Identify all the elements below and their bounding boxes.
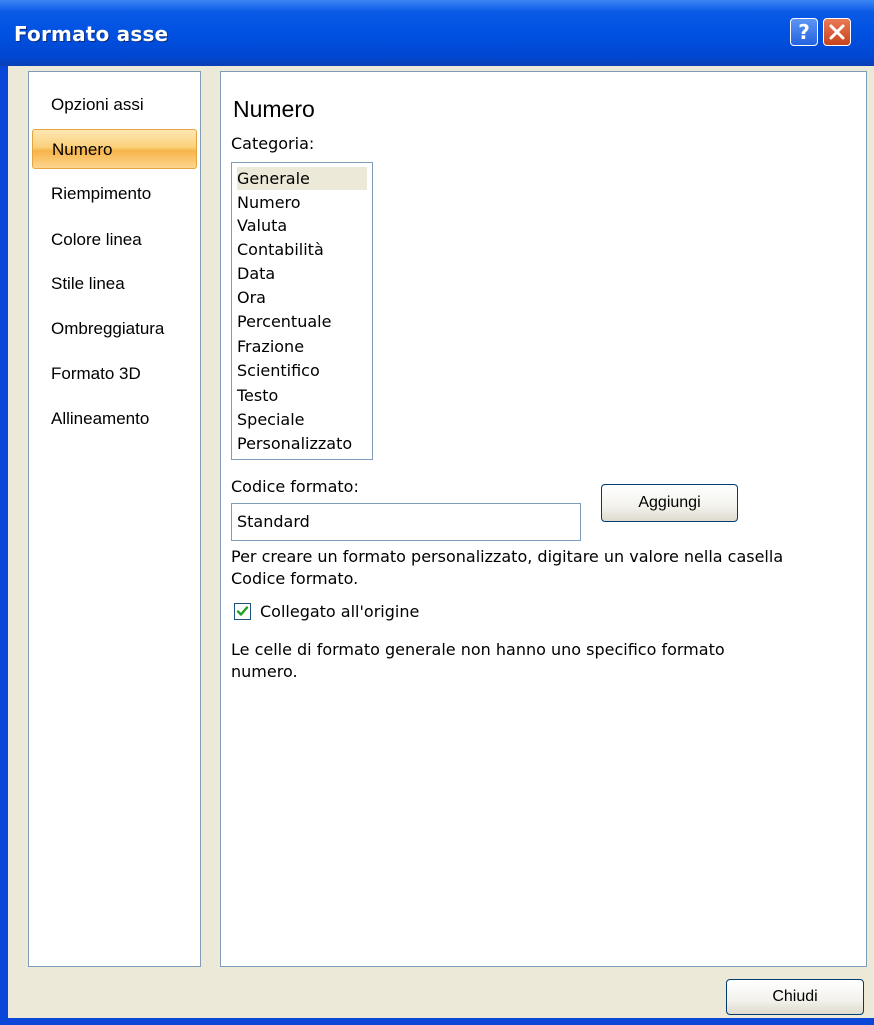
format-code-input[interactable]: Standard (231, 503, 581, 541)
format-code-label: Codice formato: (231, 477, 359, 496)
nav-item-label: Riempimento (51, 184, 152, 203)
checkmark-icon (236, 606, 249, 616)
category-option-percentuale[interactable]: Percentuale (237, 310, 367, 333)
title-bar[interactable]: Formato asse ? (0, 0, 874, 66)
nav-item-riempimento[interactable]: Riempimento (32, 174, 197, 214)
hint-line-2: Codice formato. (231, 569, 359, 588)
nav-item-label: Formato 3D (51, 364, 141, 383)
nav-item-formato-3d[interactable]: Formato 3D (32, 354, 197, 394)
hint-text: Per creare un formato personalizzato, di… (231, 546, 861, 590)
help-button[interactable]: ? (790, 18, 818, 46)
category-label: Categoria: (231, 134, 315, 153)
nav-item-label: Allineamento (51, 409, 150, 428)
dialog-window: Formato asse ? Opzioni assi Numero Riemp… (0, 0, 874, 1025)
dialog-client-area: Opzioni assi Numero Riempimento Colore l… (8, 66, 874, 1018)
nav-item-opzioni-assi[interactable]: Opzioni assi (32, 85, 197, 125)
window-title: Formato asse (14, 22, 169, 46)
section-title: Numero (233, 96, 315, 122)
category-nav: Opzioni assi Numero Riempimento Colore l… (28, 71, 201, 967)
category-option-generale[interactable]: Generale (237, 167, 367, 190)
nav-item-allineamento[interactable]: Allineamento (32, 399, 197, 439)
category-option-contabilita[interactable]: Contabilità (237, 238, 367, 261)
category-option-valuta[interactable]: Valuta (237, 214, 367, 237)
close-icon (829, 24, 845, 40)
hint-line-1: Per creare un formato personalizzato, di… (231, 547, 784, 566)
nav-item-colore-linea[interactable]: Colore linea (32, 220, 197, 260)
close-button[interactable]: Chiudi (726, 979, 864, 1015)
category-option-scientifico[interactable]: Scientifico (237, 359, 367, 382)
nav-item-label: Stile linea (51, 274, 125, 293)
linked-to-source-checkbox[interactable] (234, 603, 251, 620)
nav-item-label: Opzioni assi (51, 95, 144, 114)
nav-item-label: Numero (52, 140, 113, 159)
add-button[interactable]: Aggiungi (601, 484, 738, 522)
category-option-speciale[interactable]: Speciale (237, 408, 367, 431)
category-listbox[interactable]: Generale Numero Valuta Contabilità Data … (231, 162, 373, 460)
description-line-2: numero. (231, 662, 298, 681)
help-icon: ? (798, 20, 810, 44)
nav-item-ombreggiatura[interactable]: Ombreggiatura (32, 309, 197, 349)
nav-item-label: Colore linea (51, 230, 142, 249)
description-text: Le celle di formato generale non hanno u… (231, 639, 861, 683)
close-window-button[interactable] (823, 18, 851, 46)
description-line-1: Le celle di formato generale non hanno u… (231, 640, 725, 659)
close-button-label: Chiudi (772, 988, 818, 1005)
linked-to-source-label[interactable]: Collegato all'origine (260, 602, 419, 621)
category-option-frazione[interactable]: Frazione (237, 335, 367, 358)
add-button-label: Aggiungi (638, 494, 701, 511)
nav-item-numero[interactable]: Numero (32, 129, 197, 169)
category-option-data[interactable]: Data (237, 262, 367, 285)
category-option-numero[interactable]: Numero (237, 191, 367, 214)
nav-item-label: Ombreggiatura (51, 319, 165, 338)
nav-item-stile-linea[interactable]: Stile linea (32, 264, 197, 304)
category-option-testo[interactable]: Testo (237, 384, 367, 407)
settings-panel: Numero Categoria: Generale Numero Valuta… (220, 71, 867, 967)
category-option-personalizzato[interactable]: Personalizzato (237, 432, 367, 455)
category-option-ora[interactable]: Ora (237, 286, 367, 309)
